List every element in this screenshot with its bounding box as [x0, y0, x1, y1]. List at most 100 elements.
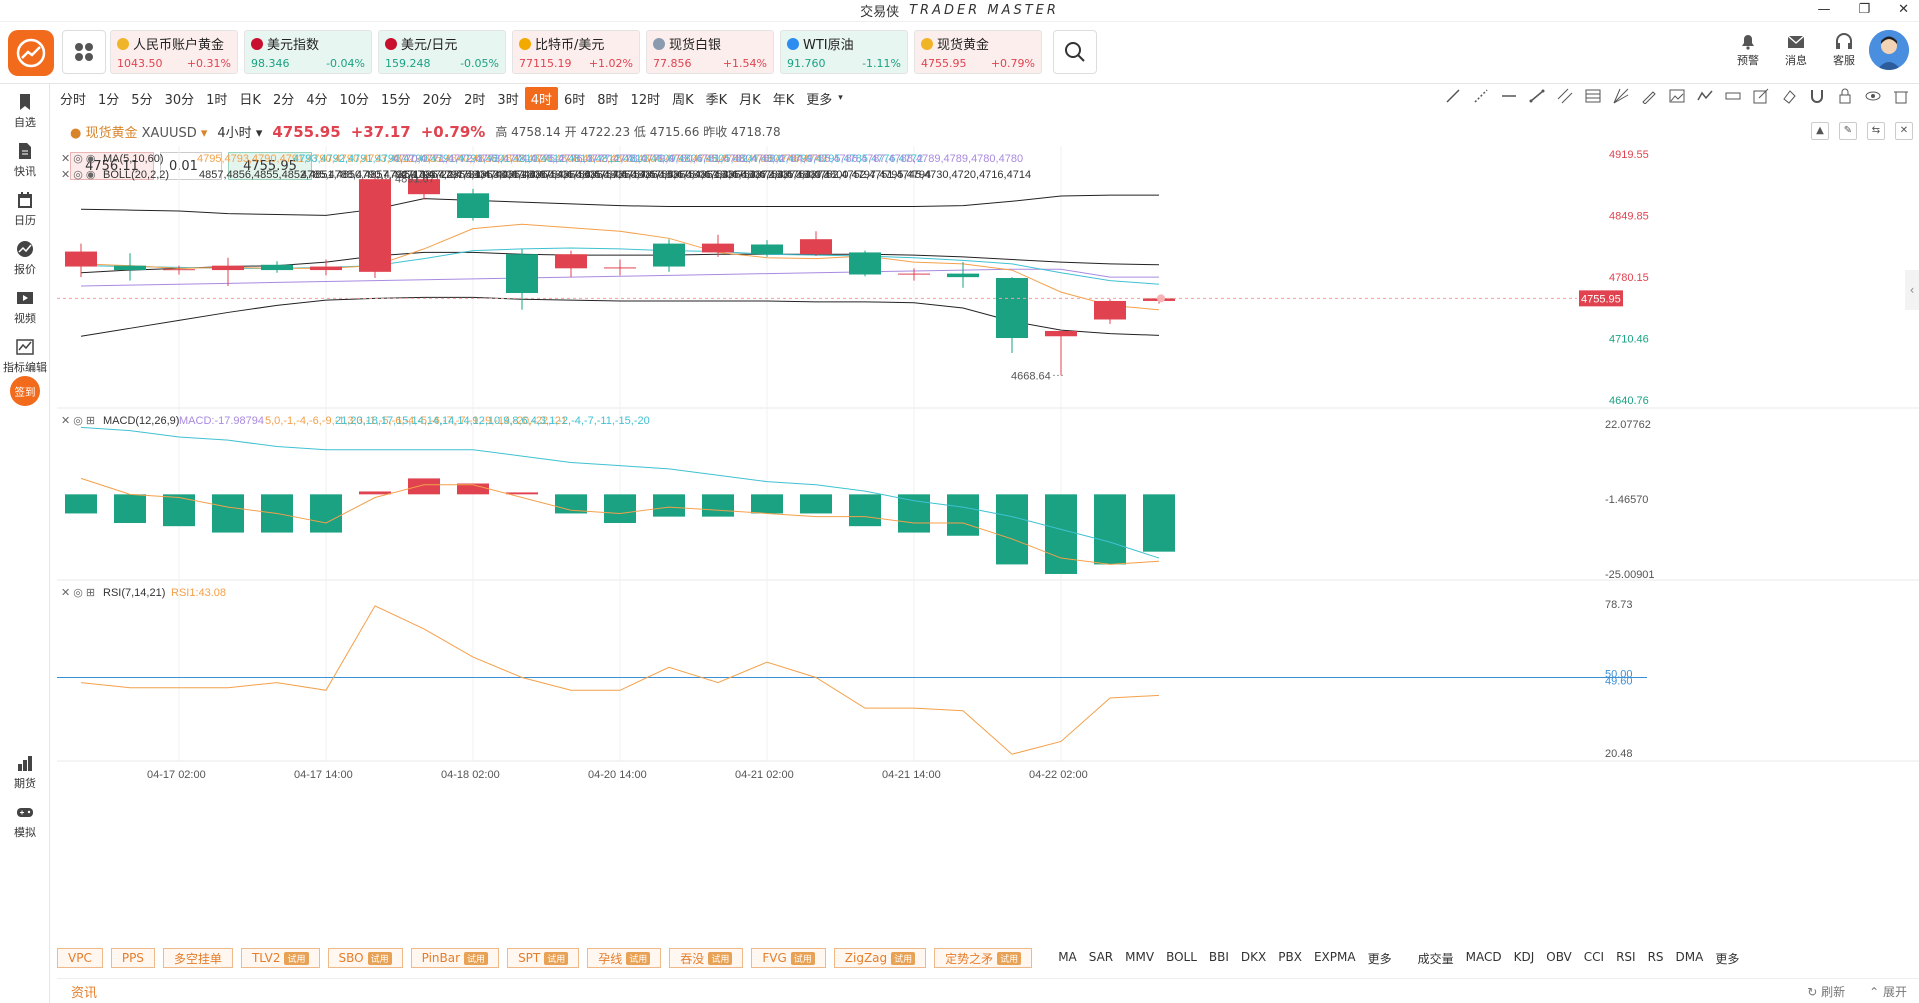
refresh-button[interactable]: ↻ 刷新 [1807, 983, 1845, 1000]
lock-icon[interactable] [1837, 88, 1853, 104]
indicator-tool-button[interactable]: ZigZag 试用 [833, 948, 927, 968]
parallel-channel-icon[interactable] [1557, 88, 1573, 104]
sidebar-item-indicator-edit[interactable]: 指标编辑 [0, 337, 50, 375]
period-tab[interactable]: 4时 [524, 86, 558, 110]
sub-indicator-option[interactable]: KDJ [1514, 950, 1535, 967]
period-tab[interactable]: 15分 [375, 87, 417, 110]
service-button[interactable]: 客服 [1829, 32, 1859, 68]
horizontal-line-icon[interactable] [1501, 88, 1517, 104]
sub-indicator-option[interactable]: MACD [1466, 950, 1502, 967]
close-icon[interactable]: ✕ [1895, 122, 1913, 140]
sub-indicator-option[interactable]: 更多 [1715, 950, 1739, 967]
indicator-tool-button[interactable]: TLV2 试用 [240, 948, 320, 968]
sidebar-item-calendar[interactable]: 日历 [0, 190, 50, 228]
period-tab[interactable]: 6时 [558, 87, 591, 110]
main-indicator-option[interactable]: BBI [1209, 950, 1229, 967]
main-indicator-option[interactable]: 更多 [1368, 950, 1392, 967]
period-tab[interactable]: 分时 [54, 87, 92, 110]
sub-indicator-option[interactable]: RS [1648, 950, 1664, 967]
close-icon[interactable]: ✕ [1898, 2, 1909, 17]
indicator-tool-button[interactable]: 吞没 试用 [669, 948, 744, 968]
period-tab[interactable]: 年K [767, 87, 801, 110]
main-indicator-option[interactable]: EXPMA [1314, 950, 1356, 967]
main-indicator-option[interactable]: PBX [1278, 950, 1302, 967]
eye-icon[interactable] [1865, 88, 1881, 104]
trash-icon[interactable] [1893, 88, 1909, 104]
period-tab[interactable]: 2时 [458, 87, 491, 110]
period-tab[interactable]: 12时 [625, 87, 667, 110]
restore-icon[interactable]: ❐ [1858, 2, 1870, 17]
image-icon[interactable] [1669, 88, 1685, 104]
fibonacci-icon[interactable] [1585, 88, 1601, 104]
period-tab[interactable]: 5分 [125, 87, 158, 110]
ruler-icon[interactable] [1725, 88, 1741, 104]
period-tab[interactable]: 日K [233, 87, 267, 110]
main-indicator-option[interactable]: MMV [1125, 950, 1154, 967]
news-tab[interactable]: 资讯 [71, 982, 97, 1001]
kline-chart[interactable]: 4919.55 4849.85 4780.15 4710.46 4640.76 4755.… [57, 146, 1919, 930]
sidebar-item-watchlist[interactable]: 自选 [0, 92, 50, 130]
main-indicator-option[interactable]: SAR [1089, 950, 1113, 967]
brush-icon[interactable] [1641, 88, 1657, 105]
indicator-tool-button[interactable]: VPC [57, 948, 103, 968]
sidebar-item-video[interactable]: 视频 [0, 288, 50, 326]
period-tab[interactable]: 3时 [491, 87, 524, 110]
minimize-icon[interactable]: — [1817, 2, 1830, 17]
period-tab[interactable]: 1分 [92, 87, 125, 110]
segment-icon[interactable] [1529, 88, 1545, 104]
sub-indicator-option[interactable]: RSI [1616, 950, 1636, 967]
expand-button[interactable]: ⌃ 展开 [1869, 983, 1907, 1000]
symbol-selector[interactable]: ● 现货黄金 XAUUSD ▾ [70, 122, 207, 141]
sidebar-item-news[interactable]: 快讯 [0, 141, 50, 179]
trend-line-icon[interactable] [1473, 88, 1489, 104]
app-logo[interactable] [8, 30, 54, 76]
indicator-tool-button[interactable]: FVG 试用 [751, 948, 826, 968]
ticker-card[interactable]: WTI原油 91.760 -1.11% [780, 30, 908, 74]
edit-icon[interactable] [1753, 88, 1769, 104]
ticker-card[interactable]: 现货黄金 4755.95 +0.79% [914, 30, 1042, 74]
indicator-tool-button[interactable]: SBO 试用 [327, 948, 403, 968]
alert-button[interactable]: 预警 [1733, 32, 1763, 68]
avatar[interactable] [1869, 30, 1909, 70]
period-tab[interactable]: 20分 [417, 87, 459, 110]
main-indicator-option[interactable]: BOLL [1166, 950, 1197, 967]
main-indicator-option[interactable]: MA [1058, 950, 1077, 967]
period-tab[interactable]: 2分 [267, 87, 300, 110]
apps-grid-button[interactable] [62, 30, 106, 74]
gann-fan-icon[interactable] [1613, 88, 1629, 104]
sub-indicator-option[interactable]: DMA [1676, 950, 1704, 967]
pattern-icon[interactable] [1697, 88, 1713, 104]
indicator-tool-button[interactable]: 定势之矛 试用 [934, 948, 1033, 968]
sidebar-item-signin[interactable]: 签到 [0, 376, 50, 408]
compare-icon[interactable]: ⇆ [1867, 122, 1885, 140]
sub-indicator-option[interactable]: CCI [1584, 950, 1604, 967]
eraser-icon[interactable] [1781, 88, 1797, 104]
ticker-card[interactable]: 比特币/美元 77115.19 +1.02% [512, 30, 640, 74]
period-tab[interactable]: 10分 [334, 87, 376, 110]
ticker-card[interactable]: 美元指数 98.346 -0.04% [244, 30, 372, 74]
ticker-card[interactable]: 美元/日元 159.248 -0.05% [378, 30, 506, 74]
period-tab[interactable]: 4分 [300, 87, 333, 110]
sub-indicator-option[interactable]: OBV [1546, 950, 1572, 967]
message-button[interactable]: 消息 [1781, 32, 1811, 68]
sidebar-item-quote[interactable]: 报价 [0, 239, 50, 277]
period-tab[interactable]: 1时 [200, 87, 233, 110]
magnet-icon[interactable] [1809, 88, 1825, 104]
interval-selector[interactable]: 4小时 ▾ [217, 122, 262, 141]
period-tab[interactable]: 季K [700, 87, 734, 110]
indicator-tool-button[interactable]: 多空挂单 [162, 948, 233, 968]
sidebar-item-futures[interactable]: 期货 [0, 753, 50, 791]
indicator-tool-button[interactable]: 孕线 试用 [587, 948, 662, 968]
pencil-icon[interactable]: ✎ [1839, 122, 1857, 140]
ticker-card[interactable]: 人民币账户黄金 1043.50 +0.31% [110, 30, 238, 74]
period-tab[interactable]: 30分 [159, 87, 201, 110]
right-panel-toggle[interactable]: ‹ [1905, 270, 1919, 310]
ray-line-icon[interactable] [1445, 88, 1461, 104]
indicator-tool-button[interactable]: SPT 试用 [507, 948, 580, 968]
chart-type-icon[interactable]: ▲ [1811, 122, 1829, 140]
indicator-tool-button[interactable]: PPS [110, 948, 155, 968]
main-indicator-option[interactable]: DKX [1241, 950, 1266, 967]
period-tab[interactable]: 8时 [591, 87, 624, 110]
period-tab[interactable]: 周K [666, 87, 700, 110]
sidebar-item-simulate[interactable]: 模拟 [0, 802, 50, 840]
